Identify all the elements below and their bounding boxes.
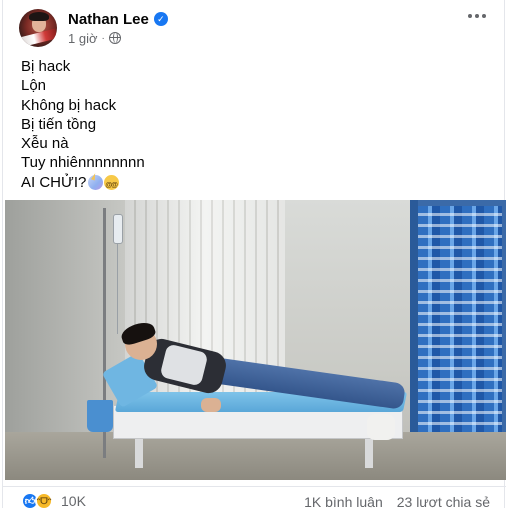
unicorn-emoji-icon: [88, 174, 104, 190]
post-text: Bị hack Lộn Không bị hack Bị tiến tồng X…: [21, 57, 145, 195]
more-dot: [475, 14, 479, 18]
reaction-count[interactable]: 10K: [61, 493, 86, 508]
post-text-line: Tuy nhiênnnnnnnn: [21, 154, 145, 172]
haha-icon: ᵔᗜᵔ: [35, 492, 53, 508]
comments-count[interactable]: 1K bình luận: [304, 494, 383, 508]
verified-badge-icon: ✓: [153, 12, 168, 26]
post-text-line: Lộn: [21, 77, 47, 95]
post-footer: 👍︎ ᵔᗜᵔ 10K 1K bình luận 23 lượt chia sẻ: [3, 486, 506, 508]
shares-count[interactable]: 23 lượt chia sẻ: [397, 494, 490, 508]
post-text-line: Bị hack: [21, 58, 71, 75]
avatar-hair: [29, 12, 49, 21]
post-text-line: AI CHỬI?: [21, 173, 87, 191]
dizzy-face-emoji-icon: [104, 174, 120, 195]
photo-bed-leg: [365, 438, 373, 468]
post-time[interactable]: 1 giờ: [68, 31, 98, 46]
photo-floor: [5, 432, 506, 480]
reactions-summary[interactable]: 👍︎ ᵔᗜᵔ 10K: [21, 492, 86, 508]
globe-icon[interactable]: [108, 32, 121, 44]
photo-iv-line: [117, 244, 118, 334]
author-name[interactable]: Nathan Lee: [68, 11, 149, 28]
separator-dot: ·: [101, 32, 105, 44]
post-text-line: Không bị hack: [21, 96, 117, 114]
author-row: Nathan Lee ✓: [68, 11, 168, 28]
more-dot: [482, 14, 486, 18]
photo-bed-leg: [135, 438, 143, 468]
post-text-line: Bị tiến tồng: [21, 115, 97, 133]
post-meta: Nathan Lee ✓ 1 giờ ·: [68, 11, 168, 46]
timestamp-row: 1 giờ ·: [68, 31, 168, 46]
avatar[interactable]: [19, 9, 57, 47]
post-photo[interactable]: [5, 200, 506, 480]
more-options-icon[interactable]: [468, 14, 486, 18]
photo-person-feet: [367, 414, 395, 440]
photo-bin: [87, 400, 113, 432]
post-text-line: Xễu nà: [21, 135, 69, 153]
post-header: Nathan Lee ✓ 1 giờ ·: [19, 8, 168, 48]
photo-iv-bag: [113, 214, 123, 244]
engagement-stats: 1K bình luận 23 lượt chia sẻ: [304, 494, 490, 508]
photo-window: [418, 206, 502, 458]
photo-person-hand: [201, 398, 221, 412]
more-dot: [468, 14, 472, 18]
post-text-last-line: AI CHỬI?: [21, 173, 145, 195]
post-card: Nathan Lee ✓ 1 giờ · Bị hack Lộn Không b…: [2, 0, 506, 508]
emoji-group: [88, 174, 120, 195]
